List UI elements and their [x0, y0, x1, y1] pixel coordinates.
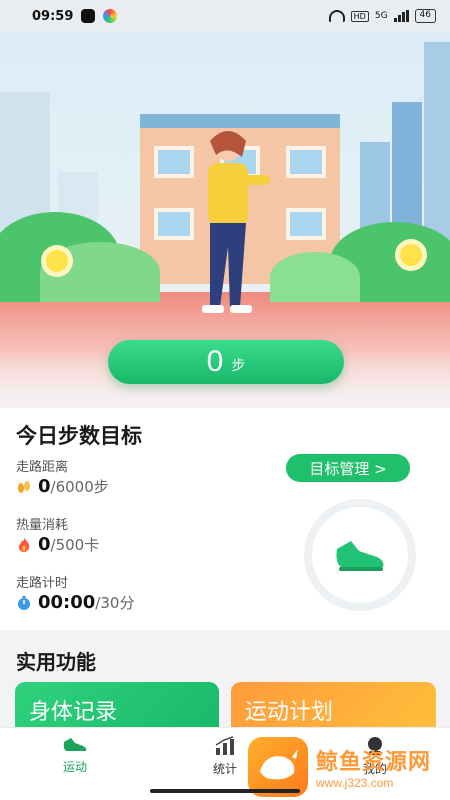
steps-count: 0	[206, 345, 224, 378]
status-time: 09:59	[32, 8, 74, 24]
sneaker-icon	[63, 738, 87, 751]
signal-icon	[393, 10, 409, 22]
hd-badge: HD	[350, 10, 369, 22]
tiktok-icon	[81, 9, 96, 23]
goal-title: 今日步数目标	[16, 424, 142, 448]
walking-person-illustration	[202, 131, 270, 313]
network-label: 5G	[374, 11, 388, 21]
nav-tab-exercise[interactable]: 运动	[30, 736, 120, 775]
home-indicator[interactable]	[150, 789, 300, 793]
bar-chart-icon	[215, 736, 234, 755]
walk-time-target: /30分	[95, 594, 135, 612]
today-steps-button[interactable]: 0 步	[108, 340, 344, 384]
body-record-label: 身体记录	[29, 700, 118, 725]
bush-decoration	[270, 252, 360, 302]
stopwatch-icon	[16, 595, 32, 611]
app-notification-icon	[103, 9, 118, 23]
daily-goal-card: 今日步数目标 目标管理 > 走路距离 0 /6000步 热量消耗 0 /500卡…	[0, 408, 450, 630]
calorie-label: 热量消耗	[16, 518, 69, 533]
status-indicators: HD 5G 46	[328, 9, 436, 23]
watermark-url: www.j323.com	[316, 776, 394, 790]
distance-metric: 0 /6000步	[16, 476, 109, 497]
goal-manage-button[interactable]: 目标管理 >	[286, 454, 410, 482]
footprints-icon	[16, 479, 32, 495]
flame-icon	[16, 537, 32, 553]
flower-decoration	[46, 250, 68, 272]
battery-indicator: 46	[414, 9, 436, 23]
calorie-current: 0	[38, 534, 51, 555]
distance-target: /6000步	[50, 478, 109, 496]
walk-time-label: 走路计时	[16, 576, 69, 591]
flower-decoration	[400, 244, 422, 266]
sneaker-icon	[336, 541, 384, 571]
calorie-target: /500卡	[50, 536, 100, 554]
steps-unit: 步	[231, 358, 246, 374]
distance-current: 0	[38, 476, 51, 497]
whale-logo-icon	[248, 737, 308, 797]
utilities-title: 实用功能	[16, 650, 96, 674]
nav-label-statistics: 统计	[212, 762, 237, 776]
status-bar: 09:59 HD 5G 46	[0, 0, 450, 32]
distance-label: 走路距离	[16, 460, 69, 475]
wifi-icon	[328, 10, 345, 22]
watermark: 鲸鱼资源网 www.j323.com	[248, 737, 431, 797]
walk-time-current: 00:00	[38, 592, 96, 613]
progress-ring	[304, 499, 416, 611]
utilities-section: 实用功能 身体记录 运动计划	[0, 630, 450, 742]
walk-time-metric: 00:00 /30分	[16, 592, 134, 613]
exercise-plan-label: 运动计划	[245, 700, 334, 725]
nav-label-exercise: 运动	[62, 760, 87, 774]
calorie-metric: 0 /500卡	[16, 534, 99, 555]
watermark-name: 鲸鱼资源网	[316, 750, 432, 775]
